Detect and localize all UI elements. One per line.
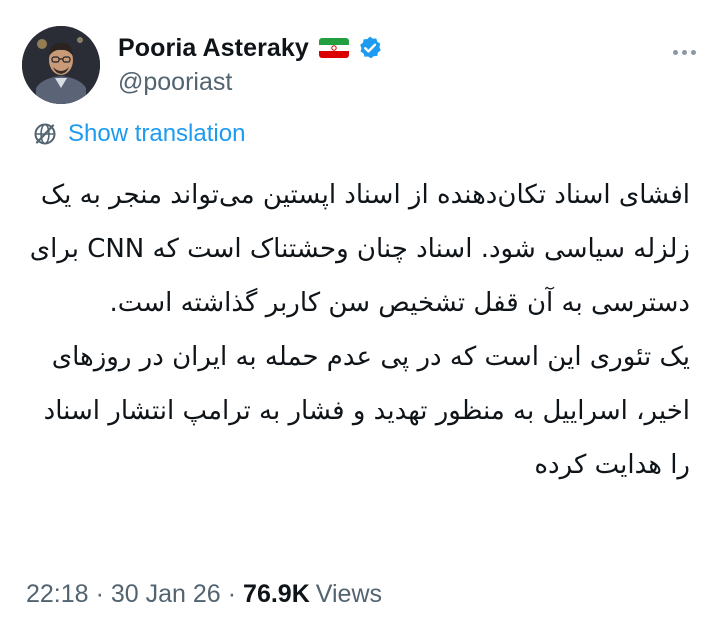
avatar-photo — [22, 26, 100, 104]
author-display-name[interactable]: Pooria Asteraky — [118, 34, 309, 63]
verified-badge-icon — [357, 35, 383, 61]
tweet-paragraph-1: افشای اسناد تکان‌دهنده از اسناد اپستین م… — [29, 180, 690, 318]
globe-translate-icon — [32, 121, 58, 147]
tweet-meta: 22:18 · 30 Jan 26 · 76.9K Views — [26, 574, 382, 614]
show-translation-button[interactable]: Show translation — [32, 118, 245, 150]
views-count[interactable]: 76.9K — [243, 580, 310, 609]
tweet-date[interactable]: 30 Jan 26 — [111, 580, 221, 609]
tweet-card: Pooria Asteraky @pooriast Show translati… — [0, 0, 720, 632]
meta-separator: · — [227, 579, 237, 608]
tweet-time[interactable]: 22:18 — [26, 580, 89, 609]
tweet-text: افشای اسناد تکان‌دهنده از اسناد اپستین م… — [26, 168, 690, 492]
meta-separator: · — [95, 579, 104, 608]
tweet-paragraph-2: یک تئوری این است که در پی عدم حمله به ای… — [43, 342, 690, 480]
iran-flag-icon — [318, 38, 349, 58]
avatar[interactable] — [22, 26, 100, 104]
views-label: Views — [315, 579, 383, 608]
more-options-icon[interactable] — [666, 40, 702, 64]
show-translation-label: Show translation — [68, 120, 246, 147]
author-name-row: Pooria Asteraky — [118, 30, 383, 66]
author-handle[interactable]: @pooriast — [118, 68, 232, 97]
